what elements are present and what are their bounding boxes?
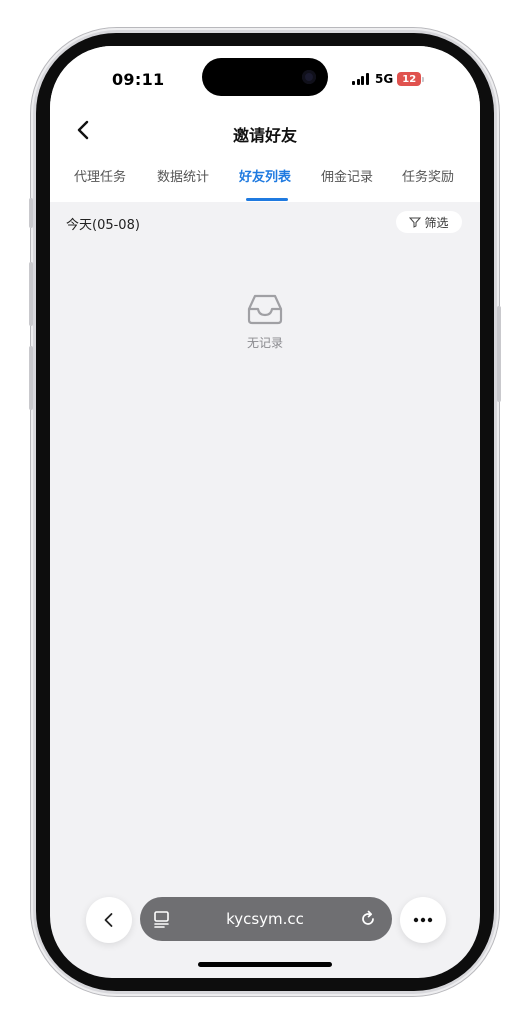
active-tab-indicator [246,198,288,201]
date-label: 今天(05-08) [66,218,140,233]
tab-agent-tasks[interactable]: 代理任务 [74,166,126,185]
home-indicator [198,962,332,967]
tab-commission-records[interactable]: 佣金记录 [321,166,373,185]
address-bar[interactable]: kycsym.cc [140,897,392,941]
tab-friend-list[interactable]: 好友列表 [239,166,291,185]
ellipsis-icon [413,917,433,923]
tab-bar: 代理任务 数据统计 好友列表 佣金记录 任务奖励 [50,166,480,202]
chevron-left-icon [104,913,113,927]
tab-task-rewards[interactable]: 任务奖励 [402,166,454,185]
status-time: 09:11 [112,70,165,89]
tabs-icon[interactable] [152,909,172,929]
phone-screen: 09:11 5G 12 邀请好友 代理任务 数据统计 好友列表 佣金记录 任务奖… [50,46,480,978]
action-button [29,198,33,228]
network-type: 5G [375,72,394,86]
volume-up-button [29,262,33,326]
status-indicators: 5G 12 [352,70,425,88]
browser-toolbar: kycsym.cc [50,894,480,944]
reload-icon[interactable] [358,909,378,929]
dynamic-island [202,58,328,96]
filter-icon [409,217,422,228]
battery-tip [422,76,425,82]
battery-level: 12 [402,73,417,85]
volume-down-button [29,346,33,410]
more-options-button[interactable] [400,897,446,943]
filter-label: 筛选 [424,215,449,230]
tab-data-stats[interactable]: 数据统计 [157,166,209,185]
empty-state-text: 无记录 [246,336,283,350]
url-text: kycsym.cc [226,910,304,928]
browser-back-button[interactable] [86,897,132,943]
page-title: 邀请好友 [232,126,297,145]
camera-icon [302,70,316,84]
power-button [497,306,501,402]
filter-button[interactable]: 筛选 [396,211,462,233]
inbox-tray-icon [247,294,283,325]
battery-icon: 12 [397,72,422,86]
signal-icon [352,73,370,85]
